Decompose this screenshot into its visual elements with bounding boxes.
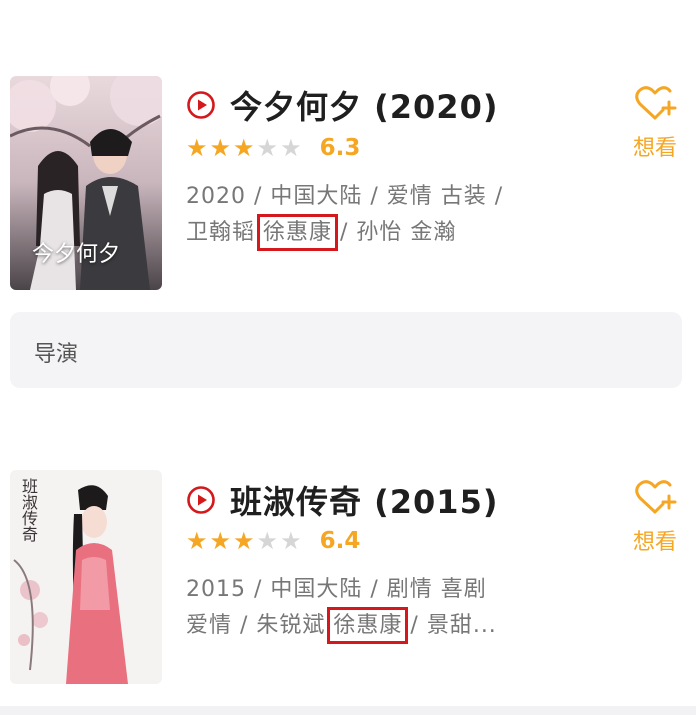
want-label: 想看: [632, 136, 677, 161]
rating-row: ★ ★ ★ ★ ★ 6.3: [186, 135, 360, 161]
poster-title-text: 班淑传奇: [19, 478, 38, 542]
want-to-watch-button[interactable]: 想看: [626, 84, 684, 162]
star-icon: ★: [256, 527, 279, 555]
star-icon: ★: [280, 134, 302, 162]
play-circle-icon[interactable]: [186, 90, 216, 120]
meta-line-2: 爱情 / 朱锐斌 徐惠康 / 景甜...: [186, 607, 497, 644]
movie-title[interactable]: 今夕何夕 (2020): [230, 82, 498, 128]
star-icon: ★: [209, 134, 232, 162]
star-icon: ★: [186, 527, 208, 555]
rating-row: ★ ★ ★ ★ ★ 6.4: [186, 528, 360, 554]
title-row: 今夕何夕 (2020): [186, 82, 498, 128]
meta-line-2: 卫翰韬 徐惠康 / 孙怡 金瀚: [186, 214, 457, 251]
meta-line-1: 2015 / 中国大陆 / 剧情 喜剧: [186, 577, 487, 602]
role-section: 导演: [10, 312, 682, 388]
star-icon: ★: [186, 134, 208, 162]
highlighted-name: 徐惠康: [256, 214, 339, 251]
want-to-watch-button[interactable]: 想看: [626, 478, 684, 556]
highlighted-name: 徐惠康: [327, 607, 409, 644]
poster-title-text: 今夕何夕: [32, 242, 121, 267]
star-icon: ★: [233, 134, 255, 162]
rating-score: 6.4: [319, 528, 361, 554]
want-label: 想看: [632, 530, 677, 555]
section-divider: [0, 706, 696, 715]
star-icon: ★: [256, 134, 279, 162]
role-label: 导演: [34, 342, 79, 367]
movie-title[interactable]: 班淑传奇 (2015): [230, 477, 498, 523]
meta-line-1: 2020 / 中国大陆 / 爱情 古装 /: [186, 184, 504, 209]
heart-plus-icon: [635, 86, 677, 120]
meta-text: / 孙怡 金瀚: [332, 220, 457, 245]
rating-score: 6.3: [319, 135, 361, 161]
meta-text: 卫翰韬: [186, 220, 263, 245]
meta-text: / 景甜...: [402, 613, 497, 638]
title-row: 班淑传奇 (2015): [186, 477, 498, 523]
play-circle-icon[interactable]: [186, 485, 216, 515]
star-icon: ★: [280, 527, 302, 555]
star-icon: ★: [233, 527, 255, 555]
meta-text: 爱情 / 朱锐斌: [186, 613, 334, 638]
movie-poster[interactable]: 今夕何夕: [10, 76, 162, 290]
movie-poster[interactable]: 班淑传奇: [10, 470, 162, 684]
star-icon: ★: [209, 527, 232, 555]
heart-plus-icon: [635, 480, 677, 514]
